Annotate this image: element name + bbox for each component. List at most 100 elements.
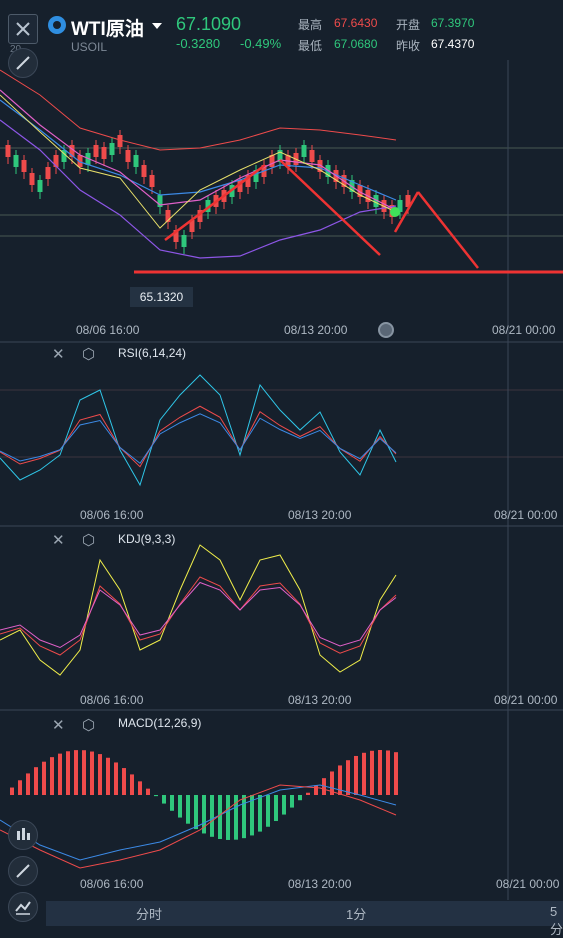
kdj-d-line bbox=[0, 576, 397, 656]
candlestick-icon bbox=[17, 828, 30, 840]
kdj-close-icon[interactable]: ✕ bbox=[52, 531, 65, 549]
macd-histogram-bar bbox=[146, 788, 150, 795]
close-icon bbox=[16, 22, 30, 36]
macd-histogram-bar bbox=[266, 795, 270, 827]
stat-prevclose-label: 昨收 bbox=[396, 39, 421, 53]
ma-yellow-line bbox=[0, 94, 397, 229]
pencil-icon bbox=[16, 864, 30, 878]
stat-open-value: 67.3970 bbox=[431, 16, 475, 30]
kdj-time-label-1: 08/06 16:00 bbox=[80, 693, 144, 707]
candle-body bbox=[141, 165, 147, 177]
macd-histogram-bar bbox=[378, 750, 382, 795]
macd-histogram-bar bbox=[186, 795, 190, 824]
crosshair-handle[interactable] bbox=[378, 322, 394, 338]
macd-histogram-bar bbox=[122, 768, 126, 795]
indicator-tool-button[interactable] bbox=[8, 820, 38, 850]
chart-canvas[interactable] bbox=[0, 0, 563, 926]
trend-tool-button[interactable] bbox=[8, 892, 38, 922]
macd-histogram-bar bbox=[162, 795, 166, 804]
macd-histogram-bar bbox=[354, 755, 358, 795]
tab-5min[interactable]: 5分 bbox=[550, 904, 563, 938]
close-button[interactable] bbox=[8, 14, 38, 44]
candle-body bbox=[125, 150, 131, 162]
price-change: -0.3280 bbox=[176, 36, 221, 51]
main-time-label-2: 08/13 20:00 bbox=[284, 323, 348, 337]
candle-body bbox=[309, 150, 315, 162]
rsi-settings-icon[interactable]: ⬡ bbox=[82, 345, 95, 363]
macd-close-icon[interactable]: ✕ bbox=[52, 716, 65, 734]
tab-timeline[interactable]: 分时 bbox=[136, 904, 162, 923]
rsi-time-label-2: 08/13 20:00 bbox=[288, 508, 352, 522]
kdj-time-label-3: 08/21 00:00 bbox=[494, 693, 558, 707]
draw-tool-button[interactable] bbox=[8, 48, 38, 78]
price-change-pct: -0.49% bbox=[240, 36, 282, 51]
macd-histogram-bar bbox=[98, 754, 102, 795]
candle-body bbox=[21, 160, 27, 172]
draw-line-icon bbox=[16, 56, 30, 70]
macd-histogram-bar bbox=[258, 795, 262, 832]
macd-histogram-bar bbox=[218, 795, 222, 839]
pen-tool-button[interactable] bbox=[8, 856, 38, 886]
candle-body bbox=[29, 173, 35, 185]
macd-histogram-bar bbox=[298, 795, 302, 801]
stat-open-label: 开盘 bbox=[396, 18, 421, 32]
macd-histogram-bar bbox=[346, 760, 350, 795]
stat-low-value: 67.0680 bbox=[334, 37, 378, 51]
rsi-cyan-line bbox=[0, 374, 397, 487]
arrow-projection-line bbox=[417, 191, 479, 269]
macd-histogram-bar bbox=[282, 795, 286, 815]
kdj-settings-icon[interactable]: ⬡ bbox=[82, 531, 95, 549]
rsi-close-icon[interactable]: ✕ bbox=[52, 345, 65, 363]
chevron-down-icon[interactable] bbox=[152, 23, 162, 29]
stat-high-label: 最高 bbox=[298, 18, 323, 32]
macd-histogram-bar bbox=[42, 761, 46, 795]
candle-body bbox=[149, 175, 155, 187]
kdj-title: KDJ(9,3,3) bbox=[118, 532, 176, 546]
stat-high-value: 67.6430 bbox=[334, 16, 378, 30]
macd-histogram-bar bbox=[82, 750, 86, 795]
macd-histogram-bar bbox=[194, 795, 198, 830]
kdj-k-line bbox=[0, 581, 397, 649]
timeframe-bar bbox=[46, 901, 563, 926]
rsi-time-label-1: 08/06 16:00 bbox=[80, 508, 144, 522]
macd-histogram-bar bbox=[50, 757, 54, 795]
last-price: 67.1090 bbox=[176, 14, 242, 34]
candle-body bbox=[45, 167, 51, 179]
macd-settings-icon[interactable]: ⬡ bbox=[82, 716, 95, 734]
symbol-name[interactable]: WTI原油 bbox=[71, 14, 144, 41]
macd-histogram-bar bbox=[290, 795, 294, 808]
macd-histogram-bar bbox=[90, 751, 94, 795]
macd-time-label-1: 08/06 16:00 bbox=[80, 877, 144, 891]
macd-histogram-bar bbox=[370, 750, 374, 795]
macd-histogram-bar bbox=[26, 773, 30, 795]
candle-body bbox=[133, 155, 139, 167]
kdj-j-line bbox=[0, 544, 397, 676]
macd-histogram-bar bbox=[274, 795, 278, 822]
rsi-time-label-3: 08/21 00:00 bbox=[494, 508, 558, 522]
candle-body bbox=[301, 145, 307, 157]
macd-time-label-2: 08/13 20:00 bbox=[288, 877, 352, 891]
macd-time-label-3: 08/21 00:00 bbox=[496, 877, 560, 891]
macd-histogram-bar bbox=[18, 780, 22, 795]
macd-histogram-bar bbox=[66, 751, 70, 795]
macd-histogram-bar bbox=[170, 795, 174, 811]
macd-histogram-bar bbox=[154, 795, 158, 797]
candle-body bbox=[117, 135, 123, 147]
macd-histogram-bar bbox=[386, 750, 390, 795]
upper-band-line bbox=[0, 69, 397, 151]
macd-histogram-bar bbox=[10, 787, 14, 795]
tab-1min[interactable]: 1分 bbox=[346, 904, 366, 923]
macd-histogram-bar bbox=[226, 795, 230, 840]
rsi-red-line bbox=[0, 405, 397, 468]
lower-band-line bbox=[0, 119, 397, 259]
macd-histogram-bar bbox=[210, 795, 214, 837]
candle-body bbox=[101, 147, 107, 159]
current-price-dot bbox=[390, 207, 400, 217]
price-level-label: 65.1320 bbox=[130, 287, 193, 307]
candle-body bbox=[37, 180, 43, 192]
candle-body bbox=[13, 155, 19, 167]
macd-histogram-bar bbox=[74, 750, 78, 795]
stat-low-label: 最低 bbox=[298, 39, 323, 53]
rsi-title: RSI(6,14,24) bbox=[118, 346, 187, 360]
macd-histogram-bar bbox=[138, 781, 142, 795]
